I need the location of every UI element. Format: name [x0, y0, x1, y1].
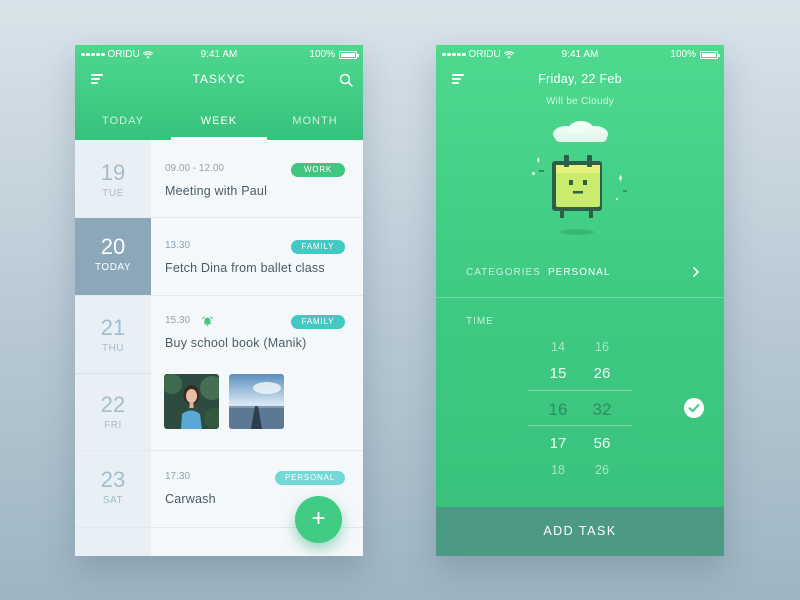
- section-divider: [436, 297, 724, 298]
- picker-minute: 32: [592, 400, 612, 419]
- status-bar: ORIDU 9:41 AM 100%: [75, 45, 363, 63]
- status-bar: ORIDU 9:41 AM 100%: [436, 45, 724, 63]
- photo-thumbnail-pier[interactable]: [229, 374, 284, 429]
- category-selector[interactable]: CATEGORIES PERSONAL: [466, 263, 700, 283]
- picker-minute: 56: [593, 435, 611, 452]
- phone-week-view: ORIDU 9:41 AM 100% TASKYC TODAY WEEK MON…: [75, 45, 363, 556]
- task-title: Meeting with Paul: [165, 184, 268, 198]
- battery-icon: [700, 50, 720, 59]
- picker-hour: 18: [551, 463, 565, 477]
- time-label: TIME: [466, 316, 494, 327]
- tab-week[interactable]: WEEK: [171, 102, 267, 140]
- tab-today[interactable]: TODAY: [75, 102, 171, 140]
- picker-hour: 14: [551, 340, 565, 354]
- category-value: PERSONAL: [548, 267, 611, 278]
- picker-row[interactable]: 14 16: [528, 340, 632, 354]
- picker-row[interactable]: 15 26: [528, 365, 632, 382]
- tab-month[interactable]: MONTH: [267, 102, 363, 140]
- chevron-right-icon[interactable]: [692, 266, 700, 278]
- phone-add-task: ORIDU 9:41 AM 100% Friday, 22 Feb Will b…: [436, 45, 724, 556]
- app-header: ORIDU 9:41 AM 100% TASKYC TODAY WEEK MON…: [75, 45, 363, 140]
- app-title: TASKYC: [192, 72, 246, 86]
- calendar-mascot-icon: [532, 121, 627, 235]
- view-tabs: TODAY WEEK MONTH: [75, 102, 363, 140]
- picker-row[interactable]: 18 26: [528, 463, 632, 477]
- task-title: Fetch Dina from ballet class: [165, 261, 325, 275]
- picker-hour: 16: [548, 400, 568, 419]
- tag-work: WORK: [291, 163, 345, 177]
- picker-selection-line: [528, 425, 632, 426]
- picker-hour: 15: [549, 365, 567, 382]
- tag-family: FAMILY: [291, 315, 345, 329]
- task-list: 19 TUE 20 TODAY 21 THU 22 FRI 23 SAT 09.…: [75, 140, 363, 556]
- picker-hour: 17: [549, 435, 567, 452]
- picker-row[interactable]: 17 56: [528, 435, 632, 452]
- tag-personal: PERSONAL: [275, 471, 345, 485]
- battery-percent: 100%: [670, 49, 696, 60]
- add-task-fab[interactable]: +: [295, 496, 342, 543]
- task-item-fetch-dina[interactable]: 13.30 Fetch Dina from ballet class FAMIL…: [165, 240, 345, 275]
- task-time: 15.30: [165, 315, 191, 326]
- picker-selected-row[interactable]: 16 32: [528, 400, 632, 420]
- task-item-school-book[interactable]: 15.30 Buy school book (Manik) FAMILY: [165, 315, 345, 350]
- photo-thumbnail-girl[interactable]: [164, 374, 219, 429]
- battery-percent: 100%: [309, 49, 335, 60]
- alarm-icon: [202, 315, 213, 326]
- picker-selection-line: [528, 390, 632, 391]
- weather-forecast: Will be Cloudy: [545, 96, 615, 107]
- task-item-meeting[interactable]: 09.00 - 12.00 Meeting with Paul WORK: [165, 163, 345, 198]
- tag-family: FAMILY: [291, 240, 345, 254]
- categories-label: CATEGORIES: [466, 267, 541, 278]
- picker-minute: 26: [595, 463, 609, 477]
- task-title: Buy school book (Manik): [165, 336, 307, 350]
- check-icon: [688, 404, 700, 413]
- battery-icon: [339, 50, 359, 59]
- add-task-button[interactable]: ADD TASK: [436, 507, 724, 556]
- picker-minute: 16: [595, 340, 609, 354]
- picker-minute: 26: [593, 365, 611, 382]
- cloud-icon: [553, 121, 608, 142]
- search-icon[interactable]: [339, 73, 353, 87]
- confirm-time-button[interactable]: [684, 398, 704, 418]
- selected-date: Friday, 22 Feb: [538, 72, 622, 86]
